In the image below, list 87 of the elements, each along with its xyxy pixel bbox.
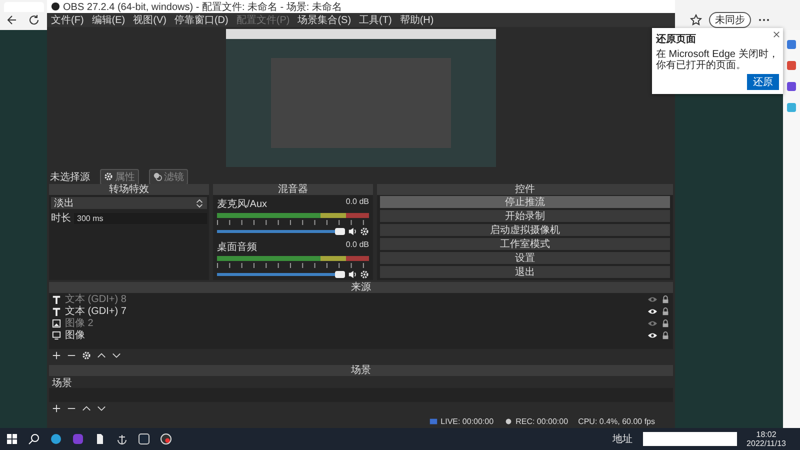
speaker-icon[interactable] xyxy=(348,227,357,236)
lock-icon[interactable] xyxy=(661,294,670,304)
sidebar-app-icon[interactable] xyxy=(787,61,796,70)
dock-header: 转场特效 xyxy=(49,184,209,195)
record-dot-icon xyxy=(504,417,513,426)
control-button[interactable]: 停止推流 xyxy=(380,196,670,208)
menu-item[interactable]: 帮助(H) xyxy=(400,13,434,27)
source-name[interactable]: 图像 xyxy=(65,328,644,342)
recording-app-icon[interactable] xyxy=(160,433,172,445)
anchor-icon[interactable] xyxy=(116,433,128,445)
slider-thumb[interactable] xyxy=(335,271,345,278)
search-icon[interactable] xyxy=(28,433,40,445)
monitor-source-icon xyxy=(52,330,61,340)
broadcast-icon xyxy=(428,417,438,426)
spin-arrows-icon[interactable] xyxy=(195,198,204,208)
control-button[interactable]: 设置 xyxy=(380,252,670,264)
lock-icon[interactable] xyxy=(661,318,670,328)
source-name[interactable]: 文本 (GDI+) 8 xyxy=(65,292,644,306)
sidebar-app-icon[interactable] xyxy=(787,82,796,91)
control-button[interactable]: 开始录制 xyxy=(380,210,670,222)
transition-select[interactable]: 淡出 xyxy=(51,197,207,209)
restore-button[interactable]: 还原 xyxy=(747,74,779,90)
scene-item[interactable]: 场景 xyxy=(49,376,673,388)
cpu-fps: CPU: 0.4%, 60.00 fps xyxy=(578,417,655,426)
up-icon[interactable] xyxy=(97,351,106,360)
dock-header: 控件 xyxy=(377,184,673,195)
volume-slider[interactable] xyxy=(217,273,345,276)
filter-icon xyxy=(153,172,162,181)
down-icon[interactable] xyxy=(112,351,121,360)
volume-slider[interactable] xyxy=(217,230,345,233)
duration-field[interactable]: 300 ms xyxy=(74,212,207,224)
control-button[interactable]: 工作室模式 xyxy=(380,238,670,250)
up-icon[interactable] xyxy=(82,404,91,413)
source-name[interactable]: 图像 2 xyxy=(65,316,644,330)
back-icon[interactable] xyxy=(6,14,18,26)
channel-reading: 0.0 dB xyxy=(346,197,369,208)
no-source-label: 未选择源 xyxy=(50,170,90,184)
speaker-icon[interactable] xyxy=(348,270,357,279)
button-gear-icon xyxy=(104,172,113,181)
hidden-eye-icon[interactable] xyxy=(648,318,657,328)
popup-message: 在 Microsoft Edge 关闭时，你有已打开的页面。 xyxy=(656,49,779,71)
close-icon[interactable] xyxy=(773,31,780,38)
menu-item[interactable]: 场景集合(S) xyxy=(298,13,352,27)
taskbar-clock[interactable]: 18:02 2022/11/13 xyxy=(746,430,786,448)
settings-icon xyxy=(82,351,91,360)
app-icon[interactable] xyxy=(72,433,84,445)
channel-name: 麦克风/Aux xyxy=(217,198,268,211)
menu-item[interactable]: 视图(V) xyxy=(133,13,166,27)
window-title: OBS 27.2.4 (64-bit, windows) - 配置文件: 未命名 - 场景: 未命名 xyxy=(63,0,342,14)
image-source-icon xyxy=(52,318,61,328)
source-name[interactable]: 文本 (GDI+) 7 xyxy=(65,304,644,318)
hidden-eye-icon[interactable] xyxy=(648,294,657,304)
eye-icon[interactable] xyxy=(648,306,657,316)
dock-header: 混音器 xyxy=(213,184,373,195)
live-time: LIVE: 00:00:00 xyxy=(440,417,494,426)
menu-item[interactable]: 停靠窗口(D) xyxy=(174,13,228,27)
lock-icon[interactable] xyxy=(661,330,670,340)
control-button[interactable]: 退出 xyxy=(380,266,670,278)
control-button[interactable]: 启动虚拟摄像机 xyxy=(380,224,670,236)
app-logo-icon xyxy=(51,2,60,11)
popup-title: 还原页面 xyxy=(656,32,696,46)
menu-item[interactable]: 编辑(E) xyxy=(92,13,126,27)
menu-item[interactable]: 工具(T) xyxy=(359,13,392,27)
duration-label: 时长 xyxy=(51,212,71,225)
add-icon[interactable] xyxy=(52,404,61,413)
channel-name: 桌面音频 xyxy=(217,240,257,254)
gear-icon xyxy=(360,270,369,279)
add-icon[interactable] xyxy=(52,351,61,360)
slider-thumb[interactable] xyxy=(335,228,345,235)
dock-header: 来源 xyxy=(49,282,673,293)
address-field[interactable] xyxy=(642,432,737,446)
file-icon[interactable] xyxy=(94,433,106,445)
refresh-icon[interactable] xyxy=(28,14,40,26)
rec-time: REC: 00:00:00 xyxy=(516,417,568,426)
menu-item[interactable]: 文件(F) xyxy=(51,13,84,27)
windows-start-icon[interactable] xyxy=(6,433,18,445)
channel-reading: 0.0 dB xyxy=(346,240,369,251)
lock-icon[interactable] xyxy=(661,306,670,316)
down-icon[interactable] xyxy=(97,404,106,413)
gear-icon xyxy=(360,227,369,236)
eye-icon[interactable] xyxy=(648,330,657,340)
star-icon[interactable] xyxy=(690,14,702,26)
sync-button[interactable]: 未同步 xyxy=(709,12,751,28)
address-label: 地址 xyxy=(612,432,633,446)
dock-header: 场景 xyxy=(49,365,673,376)
browser-app-icon[interactable] xyxy=(50,433,62,445)
sidebar-app-icon[interactable] xyxy=(787,40,796,49)
